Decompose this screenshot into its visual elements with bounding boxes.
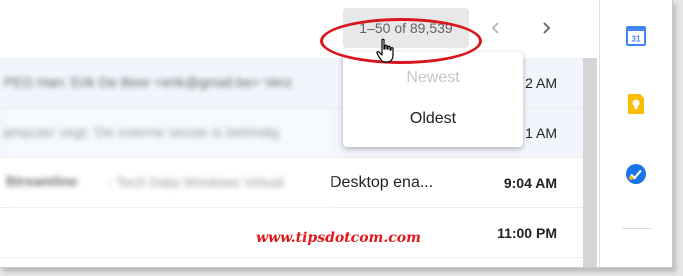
chevron-left-icon	[491, 22, 499, 34]
calendar-day: 31	[632, 35, 641, 44]
email-time: 11:00 PM	[497, 225, 557, 241]
email-time: 9:04 AM	[503, 175, 557, 191]
pagination-label: 1–50 of 89,539	[359, 20, 453, 36]
calendar-icon[interactable]: 31	[624, 24, 648, 48]
watermark: www.tipsdotcom.com	[256, 230, 421, 246]
hand-cursor-icon	[376, 38, 394, 63]
pagination-button[interactable]: 1–50 of 89,539	[343, 8, 469, 48]
next-page-button[interactable]	[534, 16, 558, 40]
chevron-right-icon	[543, 22, 551, 34]
sort-oldest-item[interactable]: Oldest	[343, 110, 523, 128]
keep-icon[interactable]	[624, 92, 648, 116]
side-divider	[622, 228, 652, 229]
privacy-blur	[8, 110, 333, 208]
email-subject-tail: Desktop ena...	[330, 174, 434, 191]
email-time: 1 AM	[525, 125, 557, 141]
scrollbar[interactable]	[583, 58, 597, 267]
email-time: 2 AM	[525, 75, 557, 91]
sort-menu: Newest Oldest	[343, 52, 523, 147]
sort-newest-item: Newest	[406, 69, 460, 86]
gmail-screenshot: PEG Han: Erik De Beer <erik@gmail.be> Ve…	[0, 0, 673, 268]
tasks-icon[interactable]	[624, 162, 648, 186]
side-panel: 31	[599, 0, 672, 267]
previous-page-button[interactable]	[484, 16, 508, 40]
blurred-preview: PEG Han: Erik De Beer <erik@gmail.be> Ve…	[4, 74, 293, 90]
